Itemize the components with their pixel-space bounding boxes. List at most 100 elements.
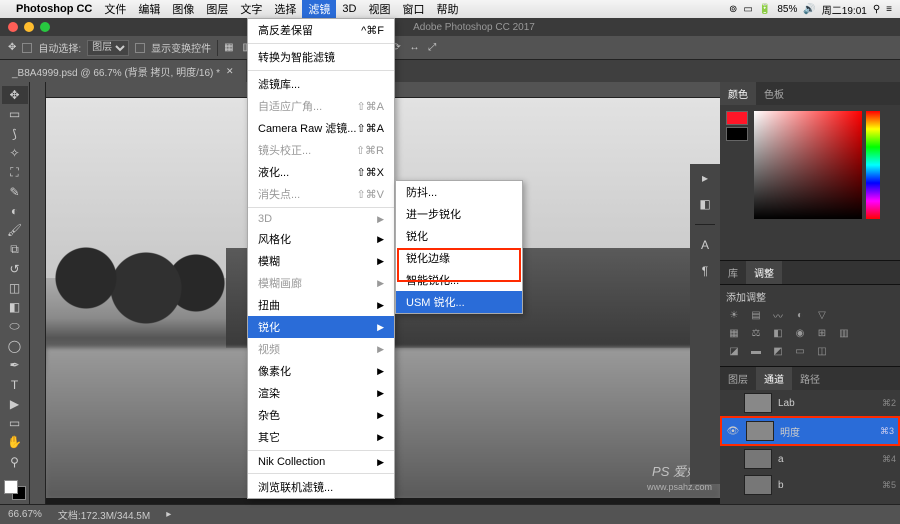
visibility-toggle[interactable]: 👁: [726, 426, 740, 437]
menu-item-filter-gallery[interactable]: 滤镜库...: [248, 73, 394, 95]
path-select-tool[interactable]: ▶: [2, 395, 28, 413]
color-preview-bg[interactable]: [726, 127, 748, 141]
channel-row-lightness[interactable]: 👁 明度 ⌘3: [720, 416, 900, 446]
foreground-color[interactable]: [4, 480, 18, 494]
zoom-level[interactable]: 66.67%: [8, 509, 42, 520]
notification-center-icon[interactable]: ≡: [886, 4, 892, 15]
menu-filter[interactable]: 滤镜: [302, 0, 336, 19]
curves-adjustment-icon[interactable]: 〰: [770, 308, 786, 322]
menu-3d[interactable]: 3D: [336, 1, 362, 17]
document-tab[interactable]: _B8A4999.psd @ 66.7% (背景 拷贝, 明度/16) * ✕: [0, 60, 246, 83]
menu-edit[interactable]: 编辑: [132, 0, 166, 19]
photo-filter-adjustment-icon[interactable]: ◉: [792, 326, 808, 340]
status-arrow-icon[interactable]: ▸: [166, 509, 171, 520]
tab-swatches[interactable]: 色板: [756, 82, 792, 105]
menu-help[interactable]: 帮助: [430, 0, 464, 19]
submenu-sharpen[interactable]: 锐化: [396, 225, 522, 247]
history-brush-tool[interactable]: ↺: [2, 260, 28, 278]
show-transform-checkbox[interactable]: [135, 43, 145, 53]
menu-item-blur[interactable]: 模糊▶: [248, 250, 394, 272]
menu-item-last-filter[interactable]: 高反差保留^⌘F: [248, 19, 394, 41]
clock[interactable]: 周二19:01: [822, 2, 867, 17]
color-lookup-adjustment-icon[interactable]: ▥: [836, 326, 852, 340]
brush-tool[interactable]: 🖌: [2, 221, 28, 239]
menu-item-pixelate[interactable]: 像素化▶: [248, 360, 394, 382]
posterize-adjustment-icon[interactable]: ▬: [748, 344, 764, 358]
gradient-tool[interactable]: ◧: [2, 298, 28, 316]
close-window-button[interactable]: [8, 22, 18, 32]
tab-paths[interactable]: 路径: [792, 367, 828, 390]
tab-layers[interactable]: 图层: [720, 367, 756, 390]
actions-panel-icon[interactable]: ◧: [695, 194, 715, 214]
gradient-map-adjustment-icon[interactable]: ▭: [792, 344, 808, 358]
maximize-window-button[interactable]: [40, 22, 50, 32]
auto-select-target[interactable]: 图层: [87, 40, 129, 56]
menu-item-sharpen[interactable]: 锐化▶: [248, 316, 394, 338]
hue-adjustment-icon[interactable]: ▦: [726, 326, 742, 340]
marquee-tool[interactable]: ▭: [2, 105, 28, 123]
levels-adjustment-icon[interactable]: ▤: [748, 308, 764, 322]
eraser-tool[interactable]: ◫: [2, 279, 28, 297]
menu-item-browse-online[interactable]: 浏览联机滤镜...: [248, 476, 394, 498]
channel-row-b[interactable]: b ⌘5: [720, 472, 900, 498]
clone-stamp-tool[interactable]: ⧉: [2, 240, 28, 258]
tab-libraries[interactable]: 库: [720, 261, 746, 284]
menu-item-noise[interactable]: 杂色▶: [248, 404, 394, 426]
invert-adjustment-icon[interactable]: ◪: [726, 344, 742, 358]
lasso-tool[interactable]: ⟆: [2, 125, 28, 143]
auto-select-checkbox[interactable]: [22, 43, 32, 53]
menu-item-distort[interactable]: 扭曲▶: [248, 294, 394, 316]
type-tool[interactable]: T: [2, 375, 28, 393]
character-panel-icon[interactable]: A: [695, 235, 715, 255]
tab-adjustments[interactable]: 调整: [746, 261, 782, 284]
tab-color[interactable]: 颜色: [720, 82, 756, 105]
selective-color-adjustment-icon[interactable]: ◫: [814, 344, 830, 358]
wifi-icon[interactable]: ⊚: [729, 4, 737, 15]
menu-item-render[interactable]: 渲染▶: [248, 382, 394, 404]
hue-slider[interactable]: [866, 111, 880, 219]
pen-tool[interactable]: ✒: [2, 356, 28, 374]
shape-tool[interactable]: ▭: [2, 414, 28, 432]
blur-tool[interactable]: ⬭: [2, 318, 28, 336]
submenu-sharpen-more[interactable]: 进一步锐化: [396, 203, 522, 225]
paragraph-panel-icon[interactable]: ¶: [695, 261, 715, 281]
hand-tool[interactable]: ✋: [2, 433, 28, 451]
volume-icon[interactable]: 🔊: [803, 4, 815, 15]
menu-item-camera-raw[interactable]: Camera Raw 滤镜...⇧⌘A: [248, 117, 394, 139]
menu-item-nik[interactable]: Nik Collection▶: [248, 453, 394, 471]
submenu-shake-reduction[interactable]: 防抖...: [396, 181, 522, 203]
airplay-icon[interactable]: ▭: [743, 4, 752, 15]
color-swatches[interactable]: [4, 480, 26, 500]
menu-item-other[interactable]: 其它▶: [248, 426, 394, 448]
tab-channels[interactable]: 通道: [756, 367, 792, 390]
channel-mixer-adjustment-icon[interactable]: ⊞: [814, 326, 830, 340]
eyedropper-tool[interactable]: ✎: [2, 182, 28, 200]
menu-window[interactable]: 窗口: [396, 0, 430, 19]
menu-type[interactable]: 文字: [234, 0, 268, 19]
magic-wand-tool[interactable]: ✧: [2, 144, 28, 162]
menu-layer[interactable]: 图层: [200, 0, 234, 19]
move-tool[interactable]: ✥: [2, 86, 28, 104]
document-size[interactable]: 文档:172.3M/344.5M: [58, 507, 150, 522]
crop-tool[interactable]: ⛶: [2, 163, 28, 181]
spotlight-icon[interactable]: ⚲: [873, 4, 880, 15]
dodge-tool[interactable]: ◯: [2, 337, 28, 355]
zoom-tool[interactable]: ⚲: [2, 453, 28, 471]
healing-brush-tool[interactable]: ◐: [2, 202, 28, 220]
move-tool-icon[interactable]: ✥: [8, 42, 16, 53]
channel-row-lab[interactable]: Lab ⌘2: [720, 390, 900, 416]
app-name[interactable]: Photoshop CC: [16, 3, 92, 15]
menu-view[interactable]: 视图: [362, 0, 396, 19]
color-balance-adjustment-icon[interactable]: ⚖: [748, 326, 764, 340]
channel-row-a[interactable]: a ⌘4: [720, 446, 900, 472]
menu-item-convert-smart[interactable]: 转换为智能滤镜: [248, 46, 394, 68]
threshold-adjustment-icon[interactable]: ◩: [770, 344, 786, 358]
menu-image[interactable]: 图像: [166, 0, 200, 19]
brightness-adjustment-icon[interactable]: ☀: [726, 308, 742, 322]
minimize-window-button[interactable]: [24, 22, 34, 32]
submenu-sharpen-edges[interactable]: 锐化边缘: [396, 247, 522, 269]
exposure-adjustment-icon[interactable]: ◐: [792, 308, 808, 322]
color-preview-fg[interactable]: [726, 111, 748, 125]
color-field[interactable]: [754, 111, 862, 219]
menu-item-stylize[interactable]: 风格化▶: [248, 228, 394, 250]
